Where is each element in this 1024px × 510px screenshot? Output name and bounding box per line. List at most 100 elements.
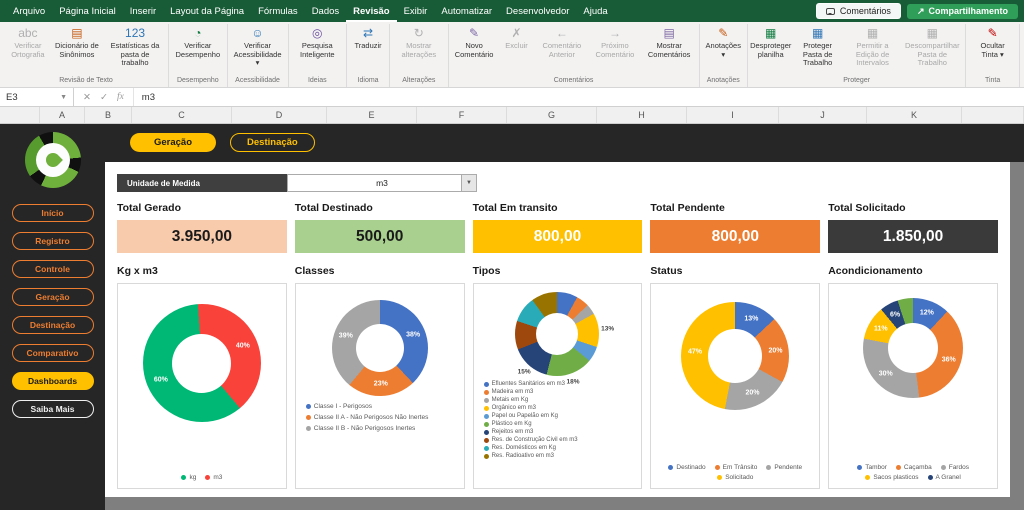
column-header-k[interactable]: K [867, 107, 962, 123]
column-header-a[interactable]: A [40, 107, 85, 123]
menu-inserir[interactable]: Inserir [123, 0, 163, 22]
ribbon-button-permitir-a-edicao-de-intervalos: ▦Permitir a Edição de Intervalos [845, 24, 900, 70]
legend-label: kg [189, 474, 196, 481]
column-header-i[interactable]: I [687, 107, 779, 123]
ribbon-group-desempenho: ◔Verificar DesempenhoDesempenho [169, 24, 228, 87]
column-header-h[interactable]: H [597, 107, 687, 123]
sidebar-item-controle[interactable]: Controle [12, 260, 94, 278]
legend-item-metais-em-kg: Metais em Kg [484, 397, 578, 403]
slice-label-cacamba: 36% [942, 356, 956, 363]
sidebar-item-comparativo[interactable]: Comparativo [12, 344, 94, 362]
legend-item-tambor: Tambor [857, 464, 887, 471]
legend-item-cacamba: Caçamba [896, 464, 932, 471]
column-header-f[interactable]: F [417, 107, 507, 123]
legend-label: Orgânico em m3 [492, 405, 536, 411]
sidebar-item-destinacao[interactable]: Destinação [12, 316, 94, 334]
ribbon-button-estatisticas-da-pasta-de-trabalho[interactable]: 123Estatísticas da pasta de trabalho [105, 24, 165, 70]
menu-layout-da-pagina[interactable]: Layout da Página [163, 0, 251, 22]
menu-formulas[interactable]: Fórmulas [251, 0, 305, 22]
share-button[interactable]: ↗ Compartilhamento [907, 4, 1018, 19]
ribbon-button-label: Dicionário de Sinônimos [54, 42, 100, 59]
menu-automatizar[interactable]: Automatizar [434, 0, 499, 22]
ribbon-button-novo-comentario[interactable]: ✎Novo Comentário [452, 24, 497, 61]
unit-dropdown[interactable]: m3 ▼ [287, 174, 477, 192]
unit-filter-row: Unidade de Medida m3 ▼ [117, 174, 998, 192]
legend-dot [484, 382, 489, 387]
tab-destinacao[interactable]: Destinação [230, 133, 315, 152]
unit-dropdown-arrow[interactable]: ▼ [461, 175, 476, 191]
column-header-d[interactable]: D [232, 107, 327, 123]
chart-title-status: Status [650, 265, 820, 277]
acondicionamento-legend: TamborCaçambaFardosSacos plasticosA Gran… [833, 464, 993, 481]
ribbon-button-desproteger-planilha[interactable]: ▦Desproteger planilha [751, 24, 790, 61]
ribbon-group-name: Comentários [452, 76, 696, 87]
legend-item-res-domesticos-em-kg: Res. Domésticos em Kg [484, 445, 578, 451]
ribbon-button-dicionario-de-sinonimos[interactable]: ▤Dicionário de Sinônimos [51, 24, 103, 61]
ribbon-group-name: Anotações [703, 76, 744, 87]
ribbon-group-name: Proteger [751, 76, 962, 87]
tab-geracao[interactable]: Geração [130, 133, 216, 152]
legend-label: Destinado [676, 464, 705, 471]
sidebar-item-inicio[interactable]: Início [12, 204, 94, 222]
menu-arquivo[interactable]: Arquivo [6, 0, 52, 22]
ribbon-button-verificar-acessibilidade[interactable]: ☺Verificar Acessibilidade ▾ [231, 24, 285, 70]
ribbon-button-mostrar-comentarios[interactable]: ▤Mostrar Comentários [643, 24, 696, 61]
legend-label: Efluentes Sanitários em m3 [492, 381, 565, 387]
unit-dropdown-value: m3 [376, 178, 388, 188]
status-legend: DestinadoEm TrânsitoPendenteSolicitado [655, 464, 815, 481]
ribbon-button-traduzir[interactable]: ⇄Traduzir [350, 24, 386, 53]
sidebar-item-dashboards[interactable]: Dashboards [12, 372, 94, 390]
menu-dados[interactable]: Dados [305, 0, 346, 22]
ribbon-button-anotacoes[interactable]: ✎Anotações ▾ [703, 24, 744, 61]
column-header-j[interactable]: J [779, 107, 867, 123]
name-box[interactable]: E3 ▼ [0, 88, 74, 106]
menu-bar: ArquivoPágina InicialInserirLayout da Pá… [6, 0, 615, 22]
insert-function-icon[interactable]: fx [117, 92, 124, 102]
slice-label-destinado: 13% [744, 315, 758, 322]
slice-label-rejeitos-em-m3: 15% [518, 368, 531, 375]
legend-label: Papel ou Papelão em Kg [492, 413, 558, 419]
ribbon-button-verificar-ortografia: abcVerificar Ortografia [7, 24, 49, 61]
ribbon: abcVerificar Ortografia▤Dicionário de Si… [0, 22, 1024, 88]
sidebar-item-geracao[interactable]: Geração [12, 288, 94, 306]
ribbon-button-label: Permitir a Edição de Intervalos [848, 42, 897, 68]
ribbon-button-pesquisa-inteligente[interactable]: ◎Pesquisa Inteligente [292, 24, 344, 61]
confirm-entry-icon[interactable]: ✓ [100, 92, 108, 103]
kpi-title-total-gerado: Total Gerado [117, 202, 287, 214]
ribbon-button-ocultar-tinta[interactable]: ✎Ocultar Tinta ▾ [969, 24, 1016, 61]
column-header-g[interactable]: G [507, 107, 597, 123]
sidebar-item-registro[interactable]: Registro [12, 232, 94, 250]
legend-dot [484, 414, 489, 419]
ribbon-button-proteger-pasta-de-trabalho[interactable]: ▦Proteger Pasta de Trabalho [792, 24, 842, 70]
titlebar-right: Comentários ↗ Compartilhamento [816, 0, 1018, 22]
cancel-entry-icon[interactable]: ✕ [83, 92, 91, 103]
legend-label: Tambor [865, 464, 887, 471]
menu-exibir[interactable]: Exibir [397, 0, 435, 22]
legend-label: Metais em Kg [492, 397, 529, 403]
menu-revisao[interactable]: Revisão [346, 0, 396, 22]
legend-label: Res. Radioativo em m3 [492, 453, 554, 459]
legend-dot [484, 422, 489, 427]
comments-button[interactable]: Comentários [816, 3, 901, 19]
menu-ajuda[interactable]: Ajuda [576, 0, 614, 22]
tipos-chart-panel: 13%18%15%Efluentes Sanitários em m3Madei… [473, 283, 643, 489]
column-header-e[interactable]: E [327, 107, 417, 123]
column-header-b[interactable]: B [85, 107, 132, 123]
legend-dot [484, 430, 489, 435]
legend-dot [928, 475, 933, 480]
ribbon-button-verificar-desempenho[interactable]: ◔Verificar Desempenho [172, 24, 224, 61]
sheet-area: Geração Destinação Início Registro Controle… [0, 124, 1024, 510]
ribbon-group-comentarios: ✎Novo Comentário✗Excluir←Comentário Ante… [449, 24, 700, 87]
column-headers: ABCDEFGHIJK [0, 107, 1024, 124]
legend-dot [484, 454, 489, 459]
menu-pagina-inicial[interactable]: Página Inicial [52, 0, 123, 22]
column-header-c[interactable]: C [132, 107, 232, 123]
menu-desenvolvedor[interactable]: Desenvolvedor [499, 0, 576, 22]
proteger-pasta-de-trabalho-icon: ▦ [812, 26, 823, 41]
legend-dot [484, 438, 489, 443]
legend-item-madeira-em-m3: Madeira em m3 [484, 389, 578, 395]
ribbon-button-label: Ocultar Tinta ▾ [972, 42, 1013, 59]
formula-input[interactable]: m3 [134, 92, 1024, 103]
sidebar-item-saiba-mais[interactable]: Saiba Mais [12, 400, 94, 418]
name-box-caret-icon: ▼ [60, 94, 67, 101]
